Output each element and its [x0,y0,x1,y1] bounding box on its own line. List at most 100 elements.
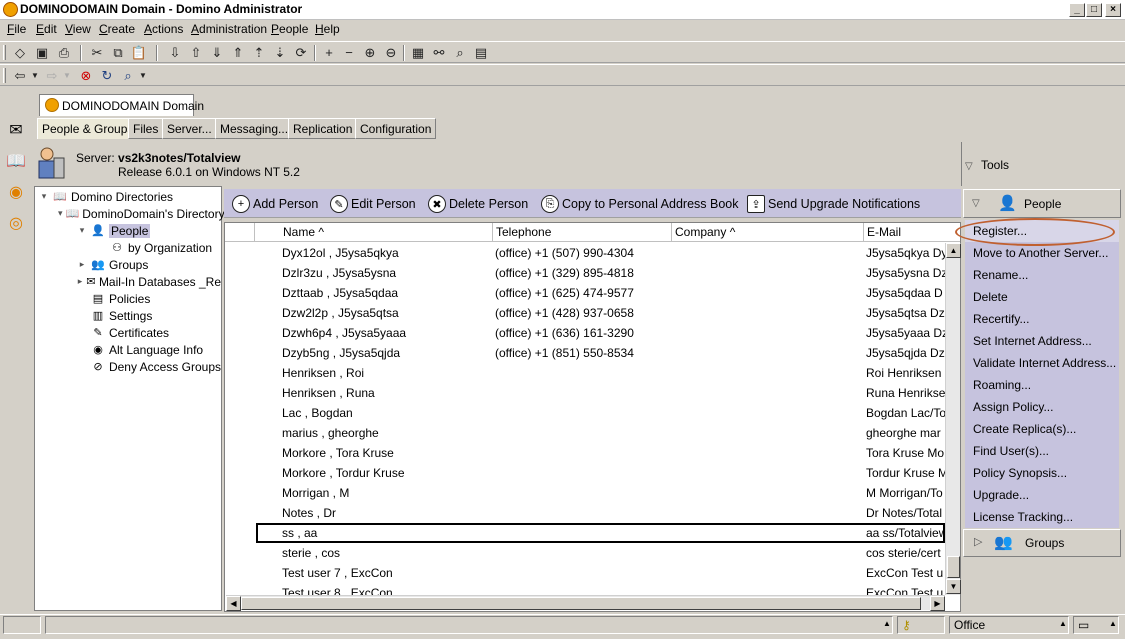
menu-edit[interactable]: Edit [36,22,57,36]
menu-file[interactable]: File [7,22,26,36]
close-button[interactable]: × [1105,3,1121,17]
column-separator[interactable] [863,223,864,242]
refresh-view-icon[interactable]: ⟳ [293,45,309,61]
tool-action-item[interactable]: Delete [965,286,1119,308]
tab-people-groups[interactable]: People & Groups [37,118,139,140]
magnifier-icon[interactable]: ⌕ [452,45,468,61]
menu-actions[interactable]: Actions [144,22,183,36]
tools-chevron-icon[interactable]: ▽ [965,161,973,172]
tree-item[interactable]: ▾ 📖 DominoDomain's Directory [37,205,225,222]
expand-toggle-icon[interactable]: ▸ [77,276,83,287]
domino-admin-bookmark-icon[interactable]: ◎ [4,211,28,235]
menu-view[interactable]: View [65,22,91,36]
column-company[interactable]: Company ^ [675,225,735,239]
people-collapse-icon[interactable]: ▽ [972,198,980,209]
edit-person-button[interactable]: ✎ Edit Person [330,193,416,215]
tool-action-item[interactable]: Rename... [965,264,1119,286]
back-dropdown-icon[interactable]: ▼ [30,68,40,84]
table-row[interactable]: Test user 8 , ExcCon ExcCon Test u [226,583,945,595]
next-unread-icon[interactable]: ⇡ [251,45,267,61]
tool-action-item[interactable]: Assign Policy... [965,396,1119,418]
tool-action-item[interactable]: Upgrade... [965,484,1119,506]
location-dropdown-icon[interactable]: ▲ [1059,619,1067,628]
tool-action-item[interactable]: Roaming... [965,374,1119,396]
table-row[interactable]: Morkore , Tordur Kruse Tordur Kruse M [226,463,945,483]
collapse-toggle-icon[interactable]: ▾ [77,225,87,236]
tree-item[interactable]: ⊘ Deny Access Groups [37,358,221,375]
menu-administration[interactable]: Administration [191,22,267,36]
tab-configuration[interactable]: Configuration [355,118,437,139]
next-document-icon[interactable]: ⇩ [167,45,183,61]
search-icon[interactable]: ⌕ [120,68,136,84]
tool-action-item[interactable]: Policy Synopsis... [965,462,1119,484]
paste-icon[interactable]: 📋 [131,45,147,61]
table-row[interactable]: Henriksen , Runa Runa Henrikse [226,383,945,403]
tool-action-item[interactable]: Find User(s)... [965,440,1119,462]
tool-action-item[interactable]: Create Replica(s)... [965,418,1119,440]
tree-item[interactable]: ▾ 👤 People [37,222,221,239]
tab-messaging[interactable]: Messaging... [215,118,294,139]
tab-replication[interactable]: Replication [288,118,358,139]
table-row[interactable]: Morkore , Tora Kruse Tora Kruse Mo [226,443,945,463]
table-row[interactable]: Dzw2l2p , J5ysa5qtsa (office) +1 (428) 93… [226,303,945,323]
table-row[interactable]: Dzttaab , J5ysa5qdaa (office) +1 (625) 47… [226,283,945,303]
column-separator[interactable] [671,223,672,242]
horizontal-scroll-thumb[interactable] [241,597,921,610]
table-row[interactable]: Henriksen , Roi Roi Henriksen [226,363,945,383]
previous-document-icon[interactable]: ⇧ [188,45,204,61]
add-person-button[interactable]: + Add Person [232,193,318,215]
database-bookmark-icon[interactable]: ◉ [4,180,28,204]
tools-people-header[interactable]: ▽ 👤 People [963,189,1121,218]
scroll-left-icon[interactable]: ◀ [226,596,241,611]
tab-server[interactable]: Server... [162,118,217,139]
cut-icon[interactable]: ✂ [89,45,105,61]
table-row[interactable]: Notes , Dr Dr Notes/Total [226,503,945,523]
copy-to-pab-button[interactable]: ⎘ Copy to Personal Address Book [541,193,739,215]
tab-domain[interactable]: DOMINODOMAIN Domain [39,94,204,116]
forward-icon[interactable]: ⇨ [44,68,60,84]
table-row[interactable]: Dzwh6p4 , J5ysa5yaaa (office) +1 (636) 16… [226,323,945,343]
copy-icon[interactable]: ⧉ [110,45,126,61]
scroll-down-icon[interactable]: ▼ [946,579,961,594]
print-icon[interactable]: ⎙ [56,45,72,61]
status-indicator-box[interactable] [3,616,41,634]
tree-item[interactable]: ▸ 👥 Groups [37,256,221,273]
collapse-toggle-icon[interactable]: ▾ [58,208,63,219]
tree-item[interactable]: ▾ 📖 Domino Directories [37,188,221,205]
tool-action-item[interactable]: Validate Internet Address... [965,352,1119,374]
binoculars-icon[interactable]: ⚯ [431,45,447,61]
table-row[interactable]: Dzyb5ng , J5ysa5qjda (office) +1 (851) 55… [226,343,945,363]
column-email[interactable]: E-Mail [867,225,901,239]
mail-bookmark-icon[interactable]: ✉ [4,118,28,142]
column-separator[interactable] [492,223,493,242]
expand-all-icon[interactable]: ⊕ [362,45,378,61]
tree-item[interactable]: ◉ Alt Language Info [37,341,221,358]
minimize-button[interactable]: _ [1069,3,1085,17]
menu-create[interactable]: Create [99,22,135,36]
expand-toggle-icon[interactable]: ▸ [77,259,87,270]
table-row[interactable]: Morrigan , M M Morrigan/To [226,483,945,503]
tab-files[interactable]: Files [128,118,164,139]
table-row[interactable]: Test user 7 , ExcCon ExcCon Test u [226,563,945,583]
tree-item[interactable]: ▥ Settings [37,307,221,324]
horizontal-scrollbar[interactable]: ◀ ▶ [226,595,945,611]
table-row[interactable]: Dyx12ol , J5ysa5qkya (office) +1 (507) 99… [226,243,945,263]
previous-unread-icon[interactable]: ⇣ [272,45,288,61]
delete-person-button[interactable]: ✖ Delete Person [428,193,528,215]
refresh-icon[interactable]: ↻ [99,68,115,84]
tool-action-item[interactable]: Recertify... [965,308,1119,330]
vertical-scroll-thumb[interactable] [947,556,960,578]
back-icon[interactable]: ⇦ [12,68,28,84]
table-icon[interactable]: ▤ [473,45,489,61]
mail-dropdown-icon[interactable]: ▲ [1109,619,1117,628]
tree-item[interactable]: ✎ Certificates [37,324,221,341]
tree-item[interactable]: ▤ Policies [37,290,221,307]
forward-dropdown-icon[interactable]: ▼ [62,68,72,84]
column-name[interactable]: Name ^ [283,225,324,239]
table-row[interactable]: Dzlr3zu , J5ysa5ysna (office) +1 (329) 89… [226,263,945,283]
maximize-button[interactable]: □ [1086,3,1102,17]
save-icon[interactable]: ▣ [34,45,50,61]
vertical-scrollbar[interactable]: ▲ ▼ [945,243,961,595]
toolbar-grip[interactable] [3,68,6,83]
column-telephone[interactable]: Telephone [496,225,551,239]
